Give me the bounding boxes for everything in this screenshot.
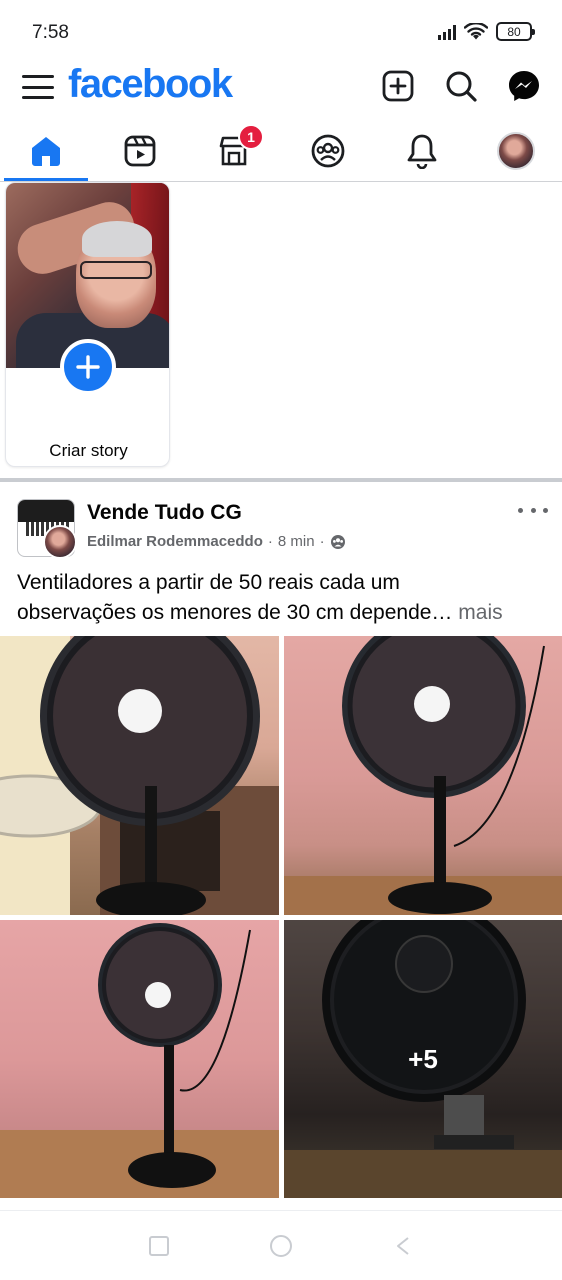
app-header: facebook (0, 62, 562, 112)
tab-groups[interactable] (282, 122, 374, 180)
back-icon[interactable] (390, 1233, 416, 1259)
post-photo[interactable]: +5 (284, 920, 562, 1198)
signal-icon (438, 24, 456, 40)
facebook-feed-screen: 7:58 80 facebook 1 Criar story Vende Tud… (0, 0, 562, 1280)
meta-dot: · (319, 533, 325, 550)
more-photos-overlay[interactable]: +5 (284, 920, 562, 1198)
battery-icon: 80 (496, 22, 535, 41)
post-meta: Edilmar Rodemmaceddo · 8 min · (87, 533, 346, 550)
post-text-line: observações os menores de 30 cm depende… (17, 601, 453, 624)
notification-badge: 1 (238, 124, 264, 150)
battery-level: 80 (507, 24, 521, 39)
messenger-icon[interactable] (506, 68, 542, 104)
bell-icon (407, 134, 437, 169)
system-navigation-bar (0, 1210, 562, 1280)
post-author[interactable]: Edilmar Rodemmaceddo (87, 533, 263, 550)
tab-reels[interactable] (94, 122, 186, 180)
post-photo[interactable] (0, 636, 279, 915)
status-bar: 7:58 80 (0, 0, 562, 64)
search-icon[interactable] (443, 68, 479, 104)
fan-image (284, 636, 562, 915)
see-more-link[interactable]: mais (458, 601, 502, 624)
facebook-logo: facebook (68, 62, 233, 106)
group-audience-icon (330, 534, 345, 549)
status-time: 7:58 (32, 22, 69, 43)
feed-post: Vende Tudo CG Edilmar Rodemmaceddo · 8 m… (0, 482, 562, 1210)
profile-avatar (497, 132, 535, 170)
tab-profile[interactable] (470, 122, 562, 180)
home-button-icon[interactable] (268, 1233, 294, 1259)
create-story-label: Criar story (49, 441, 128, 460)
meta-dot: · (267, 533, 273, 550)
plus-icon (76, 355, 100, 379)
post-text[interactable]: Ventiladores a partir de 50 reais cada u… (17, 568, 547, 628)
fan-image (0, 636, 279, 915)
tab-marketplace[interactable]: 1 (188, 122, 280, 180)
create-story-card[interactable]: Criar story (5, 182, 170, 467)
post-text-line: Ventiladores a partir de 50 reais cada u… (17, 571, 400, 594)
post-time[interactable]: 8 min (278, 533, 315, 550)
stories-tray: Criar story (0, 182, 562, 478)
main-nav: 1 (0, 122, 562, 182)
group-name[interactable]: Vende Tudo CG (87, 501, 242, 525)
recent-apps-icon[interactable] (146, 1233, 172, 1259)
fan-image (0, 923, 279, 1198)
wifi-icon (464, 22, 488, 39)
post-photo[interactable] (284, 636, 562, 915)
groups-icon (311, 134, 345, 168)
post-photo[interactable] (0, 920, 279, 1198)
video-icon (124, 135, 156, 167)
photo-grid: +5 (0, 636, 562, 1198)
tab-notifications[interactable] (376, 122, 468, 180)
post-options-icon[interactable] (518, 504, 548, 516)
tab-home[interactable] (0, 122, 92, 181)
home-icon (32, 137, 60, 166)
create-post-icon[interactable] (380, 68, 416, 104)
add-story-button[interactable] (60, 339, 116, 395)
menu-icon[interactable] (22, 72, 54, 102)
author-avatar[interactable] (43, 525, 77, 559)
status-icons: 80 (438, 22, 535, 41)
